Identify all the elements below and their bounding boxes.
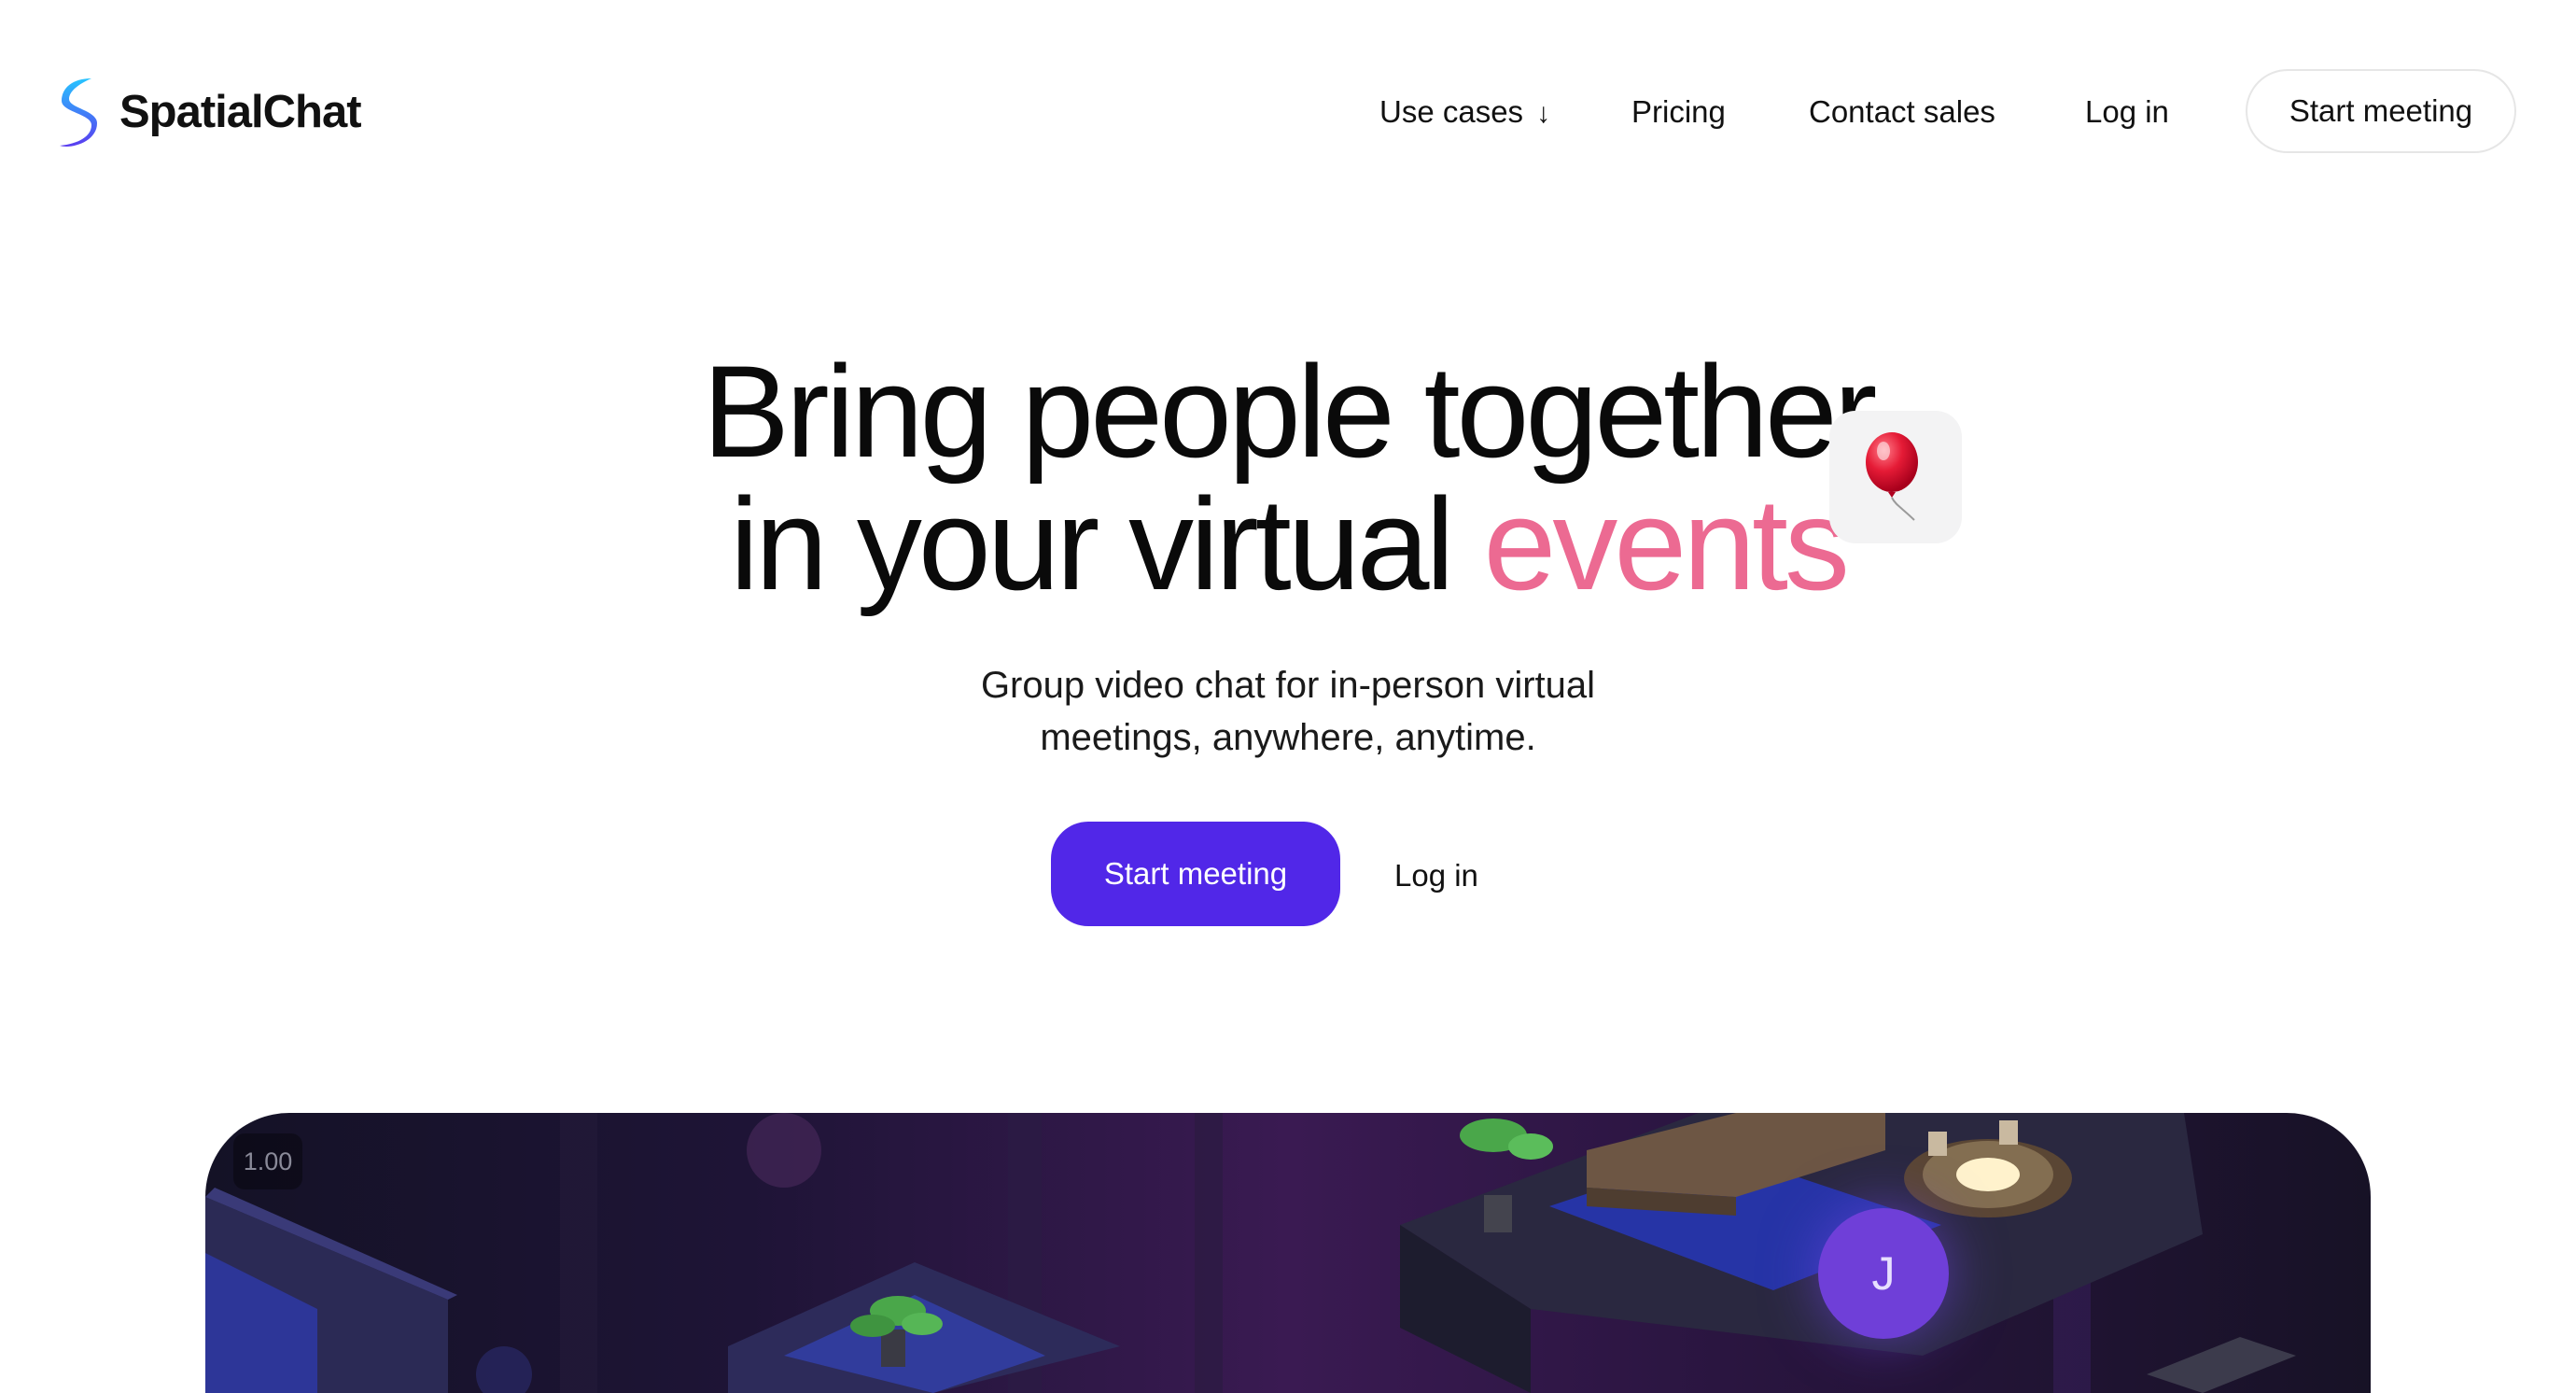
nav-log-in[interactable]: Log in bbox=[2085, 93, 2169, 131]
hero-start-meeting-button[interactable]: Start meeting bbox=[1051, 822, 1340, 926]
subtitle-line-1: Group video chat for in-person virtual bbox=[980, 665, 1596, 706]
participant-avatar[interactable]: J bbox=[1818, 1208, 1949, 1339]
subtitle-line-2: meetings, anywhere, anytime. bbox=[1040, 717, 1536, 758]
hero-subtitle: Group video chat for in-person virtual m… bbox=[868, 659, 1708, 764]
spatialchat-logo-icon bbox=[60, 78, 97, 147]
zoom-level-indicator: 1.00 bbox=[233, 1133, 302, 1189]
header-start-meeting-button[interactable]: Start meeting bbox=[2246, 69, 2516, 153]
hero-headline: Bring people together in your virtual ev… bbox=[0, 345, 2576, 611]
nav-contact-sales[interactable]: Contact sales bbox=[1809, 93, 1995, 131]
balloon-icon bbox=[1866, 432, 1918, 521]
headline-accent-word: events bbox=[1483, 471, 1849, 617]
headline-line-2: in your virtual bbox=[730, 471, 1455, 617]
brand-logo[interactable]: SpatialChat bbox=[54, 75, 362, 149]
hero-log-in-link[interactable]: Log in bbox=[1394, 857, 1478, 894]
balloon-badge bbox=[1829, 411, 1962, 543]
nav-use-cases[interactable]: Use cases ↓ bbox=[1379, 93, 1550, 133]
brand-name: SpatialChat bbox=[119, 87, 362, 137]
nav-pricing[interactable]: Pricing bbox=[1631, 93, 1726, 131]
arrow-down-icon: ↓ bbox=[1536, 98, 1551, 129]
nav-use-cases-label: Use cases bbox=[1379, 94, 1524, 129]
isometric-room-illustration bbox=[205, 1113, 2296, 1393]
headline-line-1: Bring people together bbox=[702, 338, 1878, 485]
virtual-space-preview[interactable]: 1.00 J bbox=[205, 1113, 2371, 1393]
